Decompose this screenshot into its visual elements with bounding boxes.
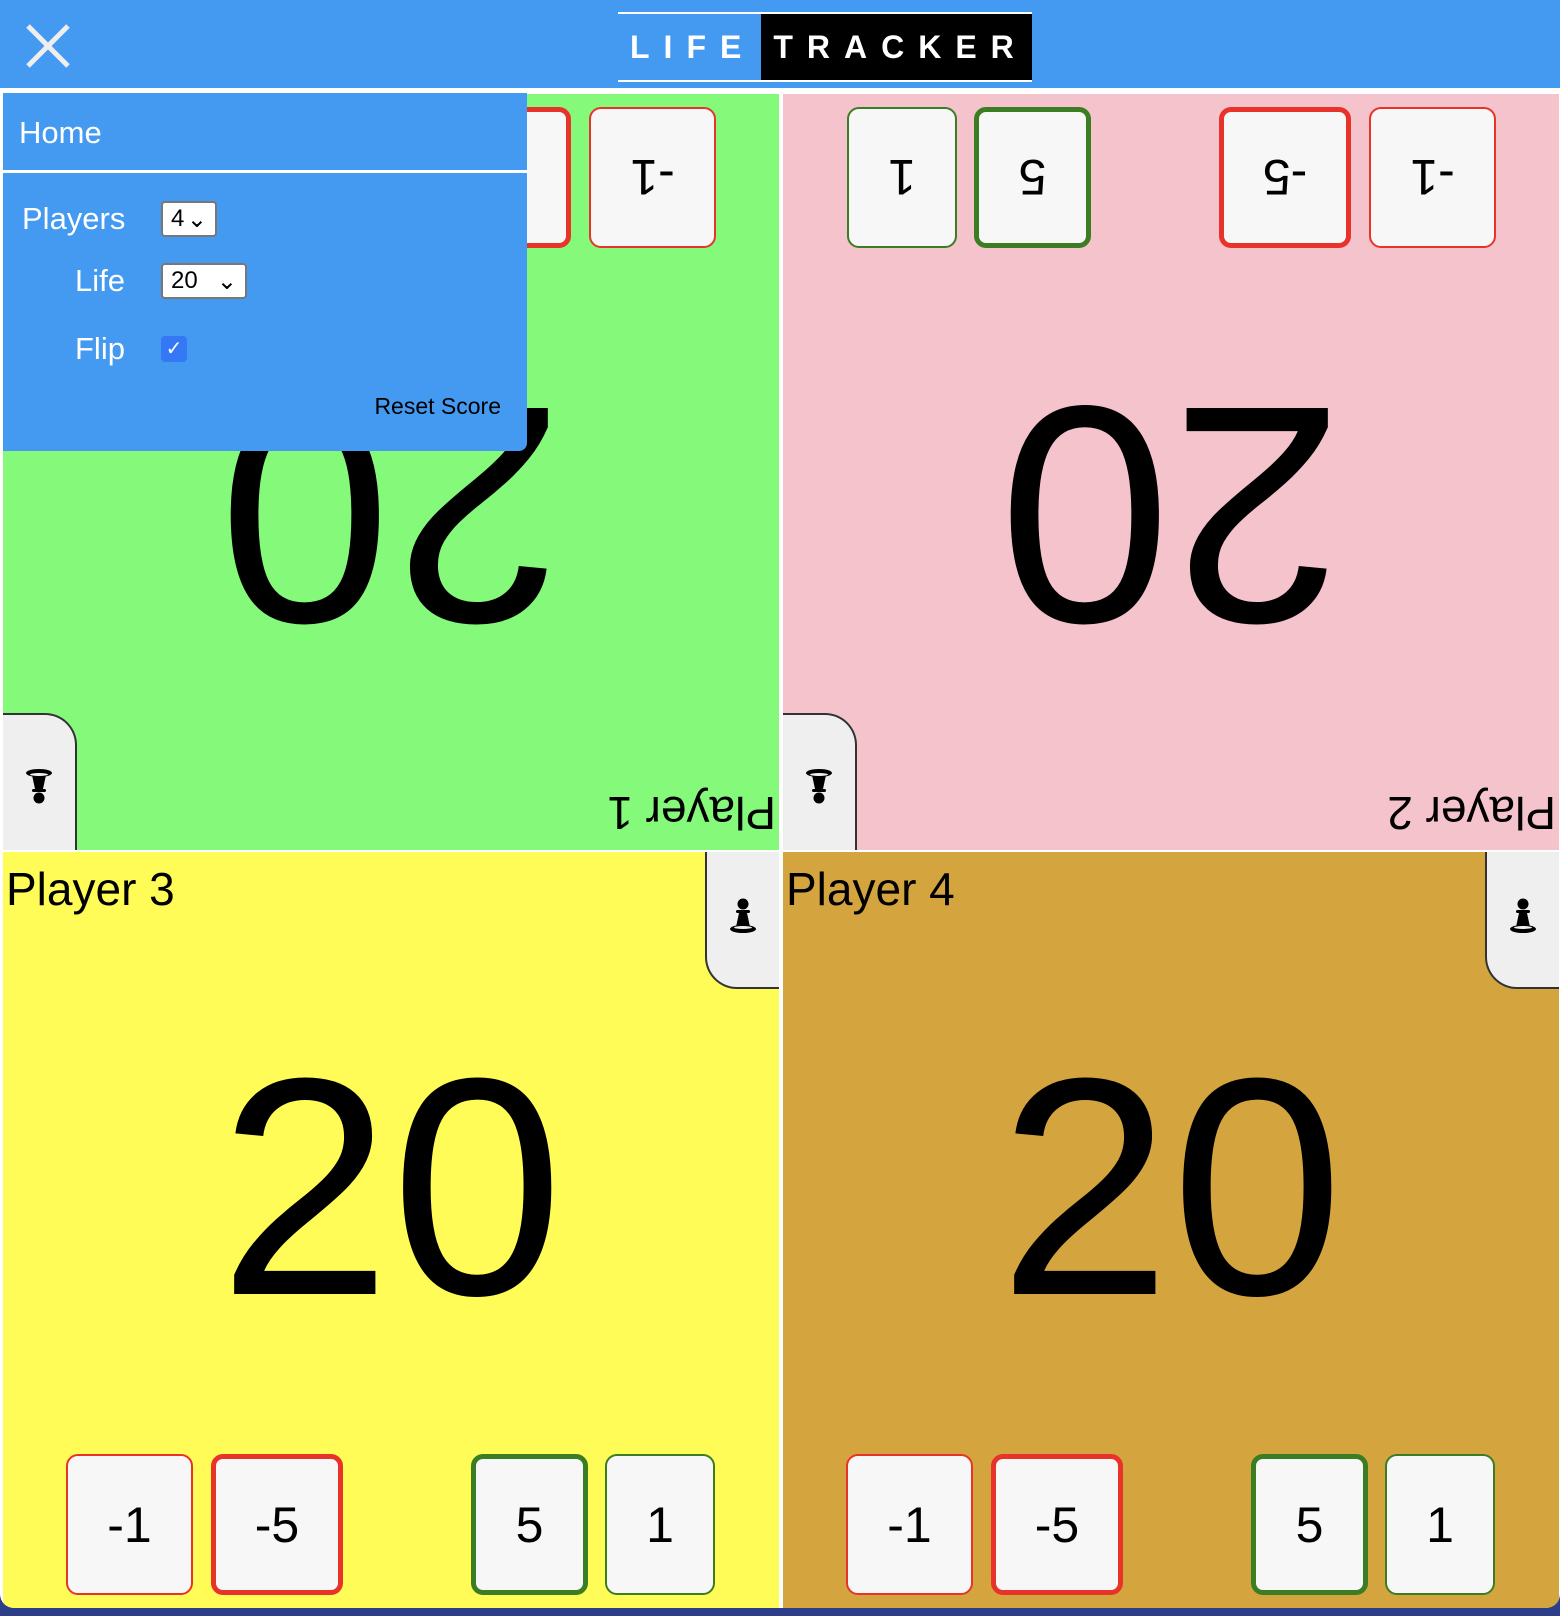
player-name[interactable]: Player 2 [1387,786,1556,840]
pawn-icon [24,760,54,805]
close-icon[interactable] [24,22,72,70]
player-tab[interactable] [1485,852,1559,989]
menu-home[interactable]: Home [3,93,527,173]
header: LIFE TRACKER [0,0,1560,91]
life-change-button[interactable]: -1 [66,1454,193,1595]
player-tab[interactable] [783,713,857,850]
life-label: Life [75,263,125,298]
player-panel: Player 3 20 -1 -5 5 1 [3,852,779,1608]
life-change-button[interactable]: -5 [211,1454,343,1595]
life-change-button[interactable]: -1 [846,1454,973,1595]
life-select[interactable]: 20 ⌄ [161,263,247,299]
life-change-button[interactable]: 1 [847,107,957,248]
chevron-down-icon: ⌄ [186,205,207,233]
life-change-button[interactable]: -5 [1219,107,1351,248]
chevron-down-icon: ⌄ [216,267,237,295]
player-tab[interactable] [705,852,779,989]
life-total: 20 [218,1013,564,1360]
flip-checkbox[interactable]: ✓ [161,336,187,362]
app: LIFE TRACKER Player 1 20-1-551Player 2 2… [0,0,1560,1608]
life-total: 20 [998,342,1344,689]
settings-menu: Home Players 4 ⌄ Life 20 ⌄ Flip ✓ Reset Sc… [3,93,527,451]
life-change-button[interactable]: 1 [605,1454,715,1595]
players-label: Players [22,201,126,236]
reset-score-button[interactable]: Reset Score [374,393,501,420]
flip-label: Flip [75,331,125,366]
pawn-icon [1508,897,1538,942]
title-life: LIFE [630,29,756,65]
players-value: 4 [171,205,185,232]
player-tab[interactable] [3,713,77,850]
player-name[interactable]: Player 1 [607,786,776,840]
players-select[interactable]: 4 ⌄ [161,201,217,237]
life-change-button[interactable]: 1 [1385,1454,1495,1595]
life-change-button[interactable]: -1 [1369,107,1496,248]
title-tracker: TRACKER [761,14,1032,80]
pawn-icon [728,897,758,942]
app-title: LIFE TRACKER [618,12,1032,82]
life-change-button[interactable]: 5 [471,1454,588,1595]
pawn-icon [804,760,834,805]
life-total: 20 [998,1013,1344,1360]
life-change-button[interactable]: -5 [991,1454,1123,1595]
life-change-button[interactable]: -1 [589,107,716,248]
life-change-button[interactable]: 5 [1251,1454,1368,1595]
life-change-button[interactable]: 5 [974,107,1091,248]
player-panel: Player 2 20 -1 -5 5 1 [783,94,1559,850]
life-value: 20 [171,267,198,294]
player-name[interactable]: Player 3 [6,862,175,916]
player-panel: Player 4 20 -1 -5 5 1 [783,852,1559,1608]
player-name[interactable]: Player 4 [786,862,955,916]
